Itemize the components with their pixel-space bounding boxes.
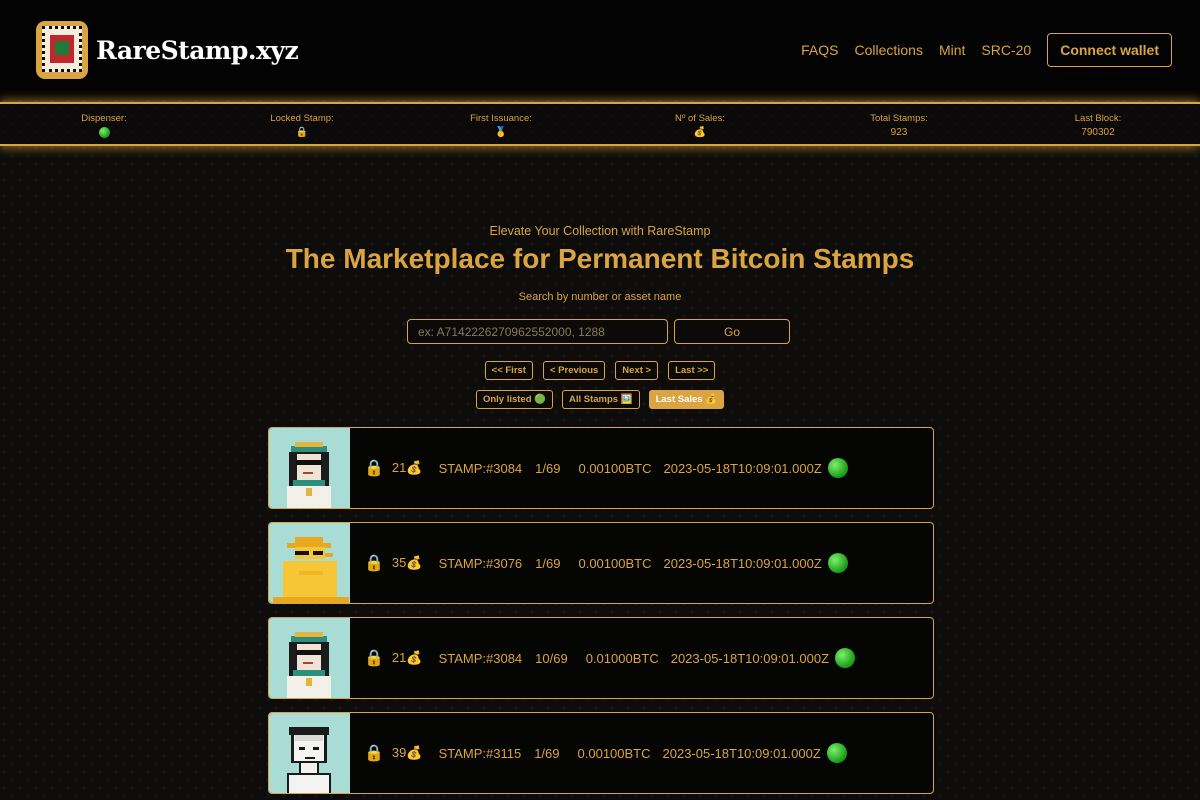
- all-stamps-filter-button[interactable]: All Stamps 🖼️: [562, 390, 640, 409]
- page-title: The Marketplace for Permanent Bitcoin St…: [285, 243, 915, 274]
- stat-label: Nº of Sales:: [675, 113, 725, 124]
- nav-mint-link[interactable]: Mint: [939, 42, 965, 58]
- nav-faqs-link[interactable]: FAQS: [801, 42, 838, 58]
- price: 0.00100BTC: [577, 745, 651, 761]
- lock-icon: 🔒: [364, 460, 384, 477]
- stat-label: First Issuance:: [470, 113, 532, 124]
- edition: 10/69: [535, 650, 568, 666]
- price: 0.01000BTC: [585, 650, 659, 666]
- brand-name: RareStamp.xyz: [96, 35, 299, 65]
- last-sales-filter-button[interactable]: Last Sales 💰: [648, 390, 725, 409]
- nav-collections-link[interactable]: Collections: [854, 42, 922, 58]
- listed-status-icon: [827, 458, 848, 478]
- stat-num-sales: Nº of Sales: 💰: [630, 112, 770, 140]
- connect-wallet-button[interactable]: Connect wallet: [1047, 33, 1172, 67]
- stat-label: Last Block:: [1074, 113, 1122, 124]
- sale-date: 2023-05-18T10:09:01.000Z: [663, 555, 822, 571]
- sale-date: 2023-05-18T10:09:01.000Z: [670, 650, 830, 666]
- nav-src20-link[interactable]: SRC-20: [981, 42, 1031, 58]
- stat-locked-stamp: Locked Stamp: 🔒: [232, 112, 372, 140]
- only-listed-filter-button[interactable]: Only listed 🟢: [475, 390, 553, 409]
- sale-date: 2023-05-18T10:09:01.000Z: [663, 460, 822, 476]
- stat-dispenser: Dispenser:: [34, 112, 174, 140]
- sale-row[interactable]: 🔒 21💰 STAMP:#3084 10/69 0.01000BTC 2023-…: [268, 617, 934, 699]
- green-dot-icon: [98, 126, 110, 138]
- search-label: Search by number or asset name: [518, 291, 682, 303]
- sales-count: 35💰: [391, 555, 423, 570]
- stat-label: Total Stamps:: [870, 113, 928, 124]
- sales-count: 21💰: [391, 650, 423, 665]
- last-page-button[interactable]: Last >>: [668, 361, 716, 380]
- go-button[interactable]: Go: [674, 319, 790, 344]
- stat-first-issuance: First Issuance: 🥇: [431, 112, 571, 140]
- edition: 1/69: [534, 745, 560, 761]
- previous-page-button[interactable]: < Previous: [542, 361, 606, 380]
- stat-last-block: Last Block: 790302: [1028, 112, 1168, 140]
- money-bag-icon: 💰: [693, 127, 707, 138]
- stamp-thumbnail: [269, 618, 350, 698]
- lock-icon: 🔒: [364, 745, 384, 762]
- stat-label: Locked Stamp:: [270, 113, 334, 124]
- first-page-button[interactable]: << First: [484, 361, 533, 380]
- main-nav: FAQS Collections Mint SRC-20 Connect wal…: [801, 33, 1172, 67]
- stat-value: 923: [890, 127, 908, 138]
- sale-row[interactable]: 🔒 39💰 STAMP:#3115 1/69 0.00100BTC 2023-0…: [268, 712, 934, 794]
- stamp-id: STAMP:#3076: [438, 555, 523, 571]
- sale-row[interactable]: 🔒 21💰 STAMP:#3084 1/69 0.00100BTC 2023-0…: [268, 427, 934, 509]
- sales-count: 39💰: [391, 745, 423, 760]
- edition: 1/69: [535, 460, 561, 476]
- next-page-button[interactable]: Next >: [615, 361, 659, 380]
- site-header: RareStamp.xyz FAQS Collections Mint SRC-…: [0, 0, 1200, 100]
- sale-date: 2023-05-18T10:09:01.000Z: [662, 745, 821, 761]
- lock-icon: 🔒: [364, 650, 384, 667]
- search-input[interactable]: [407, 319, 668, 344]
- filter-group: Only listed 🟢 All Stamps 🖼️ Last Sales 💰: [0, 390, 1200, 409]
- stat-total-stamps: Total Stamps: 923: [829, 112, 969, 140]
- lock-icon: 🔒: [364, 555, 384, 572]
- stamp-thumbnail: [269, 428, 350, 508]
- medal-icon: 🥇: [494, 127, 508, 138]
- edition: 1/69: [535, 555, 561, 571]
- stamp-id: STAMP:#3084: [438, 650, 523, 666]
- stat-label: Dispenser:: [81, 113, 127, 124]
- stamp-thumbnail: [269, 523, 350, 603]
- stamp-thumbnail: [269, 713, 350, 793]
- pagination: << First < Previous Next > Last >>: [0, 361, 1200, 380]
- price: 0.00100BTC: [578, 555, 652, 571]
- listed-status-icon: [826, 743, 847, 763]
- sale-row[interactable]: 🔒 35💰 STAMP:#3076 1/69 0.00100BTC 2023-0…: [268, 522, 934, 604]
- stamp-logo-icon: [36, 21, 88, 79]
- hero-subtitle: Elevate Your Collection with RareStamp: [489, 224, 711, 238]
- stamp-id: STAMP:#3084: [438, 460, 523, 476]
- lock-icon: 🔒: [295, 127, 309, 138]
- listed-status-icon: [835, 648, 856, 668]
- stamp-id: STAMP:#3115: [438, 745, 522, 761]
- price: 0.00100BTC: [578, 460, 652, 476]
- stat-value: 790302: [1081, 127, 1115, 138]
- brand[interactable]: RareStamp.xyz: [36, 21, 299, 79]
- stats-bar: Dispenser: Locked Stamp: 🔒 First Issuanc…: [0, 102, 1200, 146]
- sales-count: 21💰: [391, 460, 423, 475]
- listed-status-icon: [827, 553, 848, 573]
